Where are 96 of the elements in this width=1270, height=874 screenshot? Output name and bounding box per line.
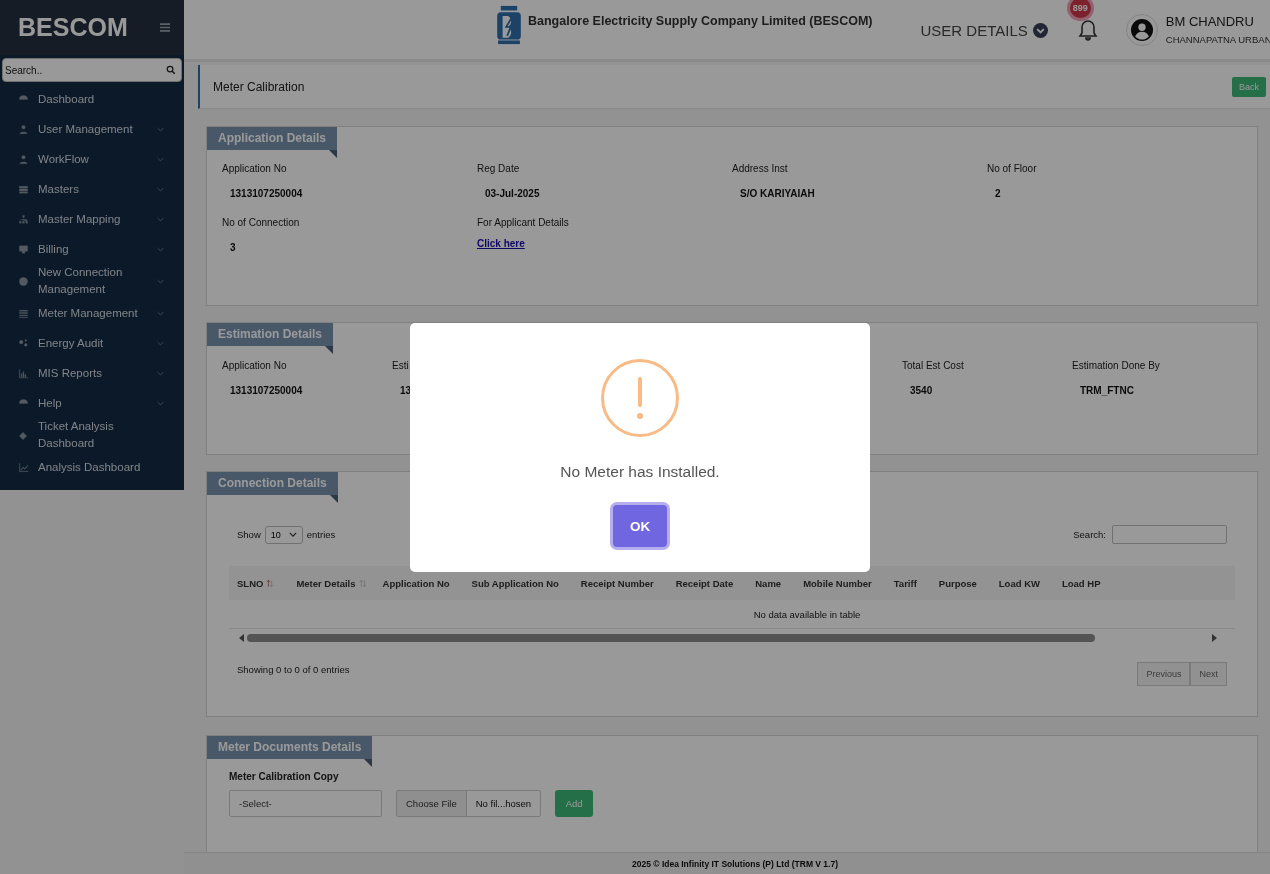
user-name: BM CHANDRU xyxy=(1165,14,1255,29)
show-label: Show xyxy=(237,529,261,540)
table-info: Showing 0 to 0 of 0 entries xyxy=(237,663,350,675)
column-header[interactable]: Mobile Number xyxy=(803,577,872,589)
heading-fold-icon xyxy=(364,759,373,767)
applicant-details-link[interactable]: Click here xyxy=(477,238,525,249)
menu-item-icon xyxy=(18,275,29,287)
field-label: Estimation Done By xyxy=(1072,360,1161,371)
alert-message: No Meter has Installed. xyxy=(560,463,720,481)
field-label: Application No xyxy=(222,163,288,174)
file-field[interactable]: Choose File No fil...hosen xyxy=(396,790,542,817)
menu-item-icon xyxy=(18,213,29,225)
menu-item-icon xyxy=(18,243,29,255)
file-name: No fil...hosen xyxy=(474,797,533,811)
column-header[interactable]: Load KW xyxy=(998,577,1040,589)
field-value: S/O KARIYAIAH xyxy=(739,188,816,199)
search-icon xyxy=(166,65,176,75)
section-heading: Estimation Details xyxy=(207,323,334,346)
field-label: No of Connection xyxy=(222,217,301,228)
sidebar-item[interactable]: MIS Reports xyxy=(0,358,184,388)
column-header[interactable]: Application No xyxy=(382,577,450,589)
document-type-select[interactable]: -Select- xyxy=(229,790,382,817)
page-size-select[interactable]: 10 xyxy=(264,525,303,544)
column-header[interactable]: SLNO xyxy=(237,577,275,589)
menu-item-icon xyxy=(18,367,29,379)
search-label: Search: xyxy=(1073,529,1106,540)
field-label: Reg Date xyxy=(477,163,521,174)
section-heading: Meter Documents Details xyxy=(207,736,373,759)
field-label: Address Inst xyxy=(732,163,789,174)
field-value: 13 xyxy=(399,385,413,396)
field-value: 1313107250004 xyxy=(229,385,304,396)
menu-icon[interactable] xyxy=(160,23,170,32)
sidebar-item[interactable]: Energy Audit xyxy=(0,328,184,358)
menu-item-icon xyxy=(18,153,29,165)
company-logo-icon xyxy=(494,5,524,45)
user-avatar-icon xyxy=(1130,18,1153,41)
user-details-menu[interactable]: USER DETAILS xyxy=(920,22,1048,39)
field-label: For Applicant Details xyxy=(477,217,570,228)
sidebar-item[interactable]: User Management xyxy=(0,114,184,144)
menu-item-icon xyxy=(18,461,29,473)
menu-item-icon xyxy=(18,183,29,195)
field-value: 1313107250004 xyxy=(229,188,304,199)
choose-file-button[interactable]: Choose File xyxy=(397,791,467,816)
horizontal-scrollbar[interactable] xyxy=(237,632,1219,644)
chevron-down-circle-icon xyxy=(1032,23,1048,38)
field-label: Total Est Cost xyxy=(902,360,965,371)
column-header[interactable]: Tariff xyxy=(893,577,917,589)
field-label: Esti xyxy=(392,360,410,371)
field-value: 2 xyxy=(994,188,1002,199)
sidebar-item[interactable]: Masters xyxy=(0,174,184,204)
entries-label: entries xyxy=(306,529,336,540)
column-header[interactable]: Name xyxy=(755,577,782,589)
heading-fold-icon xyxy=(329,495,338,503)
section-heading: Connection Details xyxy=(207,472,338,495)
empty-table-message: No data available in table xyxy=(753,609,861,620)
column-header[interactable]: Sub Application No xyxy=(471,577,559,589)
sidebar-item[interactable]: Analysis Dashboard xyxy=(0,452,184,482)
column-header[interactable]: Receipt Number xyxy=(580,577,654,589)
sidebar-item[interactable]: Meter Management xyxy=(0,298,184,328)
ok-button[interactable]: OK xyxy=(613,505,667,547)
company-name: Bangalore Electricity Supply Company Limited (BESCOM) xyxy=(528,14,873,28)
chevron-icon xyxy=(288,532,297,537)
menu-item-icon xyxy=(18,123,29,135)
user-location: CHANNAPATNA URBAN xyxy=(1165,34,1270,45)
menu-item-icon xyxy=(18,307,29,319)
field-value: 3540 xyxy=(909,385,934,396)
section-heading: Application Details xyxy=(207,127,338,150)
column-header[interactable]: Receipt Date xyxy=(675,577,734,589)
column-header[interactable]: Meter Details xyxy=(296,577,367,589)
copyright-text: 2025 © Idea Infinity IT Solutions (P) Ltd (TRM V 1.7) xyxy=(632,858,838,869)
sidebar-item[interactable]: Dashboard xyxy=(0,84,184,114)
sidebar-item[interactable]: Master Mapping xyxy=(0,204,184,234)
field-label: Application No xyxy=(222,360,288,371)
page-title: Meter Calibration xyxy=(213,79,305,94)
sidebar-item[interactable]: WorkFlow xyxy=(0,144,184,174)
column-header[interactable]: Purpose xyxy=(938,577,977,589)
table-search-field[interactable] xyxy=(1112,525,1227,544)
column-header[interactable]: Load HP xyxy=(1062,577,1101,589)
field-value: 03-Jul-2025 xyxy=(484,188,541,199)
search-field[interactable]: Search.. xyxy=(2,58,182,82)
notification-bell-icon[interactable] xyxy=(1077,17,1098,42)
heading-fold-icon xyxy=(325,346,334,354)
field-label: No of Floor xyxy=(987,163,1038,174)
warning-icon xyxy=(600,358,680,438)
heading-fold-icon xyxy=(329,150,338,158)
field-value: 3 xyxy=(229,242,237,253)
sidebar-item[interactable]: Ticket Analysis Dashboard xyxy=(0,418,184,452)
menu-item-icon xyxy=(18,337,29,349)
field-value: TRM_FTNC xyxy=(1079,385,1135,396)
field-label: Meter Calibration Copy xyxy=(229,771,340,782)
sidebar-item[interactable]: New Connection Management xyxy=(0,264,184,298)
notification-count: 899 xyxy=(1069,0,1091,18)
sidebar-item[interactable]: Billing xyxy=(0,234,184,264)
sidebar-item[interactable]: Help xyxy=(0,388,184,418)
brand-logo-text: BESCOM xyxy=(18,13,128,42)
menu-item-icon xyxy=(18,429,29,441)
